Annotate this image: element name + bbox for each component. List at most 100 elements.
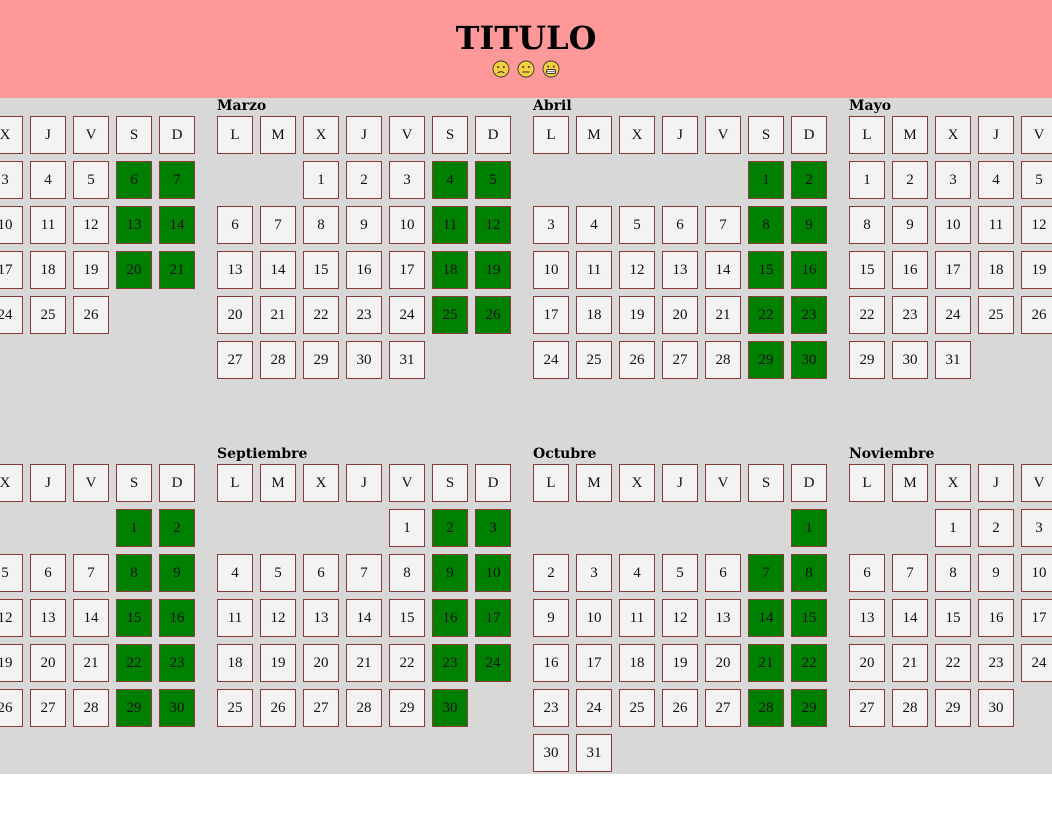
weekend-day-cell[interactable]: 13 (116, 206, 152, 244)
day-cell[interactable]: 13 (30, 599, 66, 637)
day-cell[interactable]: 27 (849, 689, 885, 727)
day-cell[interactable]: 13 (705, 599, 741, 637)
day-cell[interactable]: 6 (849, 554, 885, 592)
day-cell[interactable]: 2 (892, 161, 928, 199)
day-cell[interactable]: 21 (705, 296, 741, 334)
weekend-day-cell[interactable]: 23 (432, 644, 468, 682)
day-cell[interactable]: 28 (346, 689, 382, 727)
weekend-day-cell[interactable]: 11 (432, 206, 468, 244)
weekend-day-cell[interactable]: 7 (159, 161, 195, 199)
weekend-day-cell[interactable]: 12 (475, 206, 511, 244)
weekend-day-cell[interactable]: 24 (475, 644, 511, 682)
weekend-day-cell[interactable]: 2 (791, 161, 827, 199)
day-cell[interactable]: 10 (576, 599, 612, 637)
weekend-day-cell[interactable]: 29 (791, 689, 827, 727)
weekend-day-cell[interactable]: 22 (748, 296, 784, 334)
weekend-day-cell[interactable]: 29 (116, 689, 152, 727)
weekend-day-cell[interactable]: 15 (791, 599, 827, 637)
day-cell[interactable]: 8 (389, 554, 425, 592)
day-cell[interactable]: 12 (260, 599, 296, 637)
day-cell[interactable]: 29 (303, 341, 339, 379)
day-cell[interactable]: 16 (346, 251, 382, 289)
day-cell[interactable]: 16 (892, 251, 928, 289)
day-cell[interactable]: 25 (30, 296, 66, 334)
weekend-day-cell[interactable]: 1 (116, 509, 152, 547)
day-cell[interactable]: 30 (892, 341, 928, 379)
day-cell[interactable]: 29 (935, 689, 971, 727)
day-cell[interactable]: 31 (576, 734, 612, 772)
day-cell[interactable]: 9 (978, 554, 1014, 592)
day-cell[interactable]: 10 (533, 251, 569, 289)
day-cell[interactable]: 19 (260, 644, 296, 682)
day-cell[interactable]: 11 (978, 206, 1014, 244)
day-cell[interactable]: 17 (1021, 599, 1052, 637)
day-cell[interactable]: 7 (73, 554, 109, 592)
day-cell[interactable]: 21 (260, 296, 296, 334)
weekend-day-cell[interactable]: 30 (791, 341, 827, 379)
day-cell[interactable]: 26 (260, 689, 296, 727)
day-cell[interactable]: 14 (892, 599, 928, 637)
day-cell[interactable]: 7 (892, 554, 928, 592)
weekend-day-cell[interactable]: 2 (159, 509, 195, 547)
weekend-day-cell[interactable]: 4 (432, 161, 468, 199)
day-cell[interactable]: 12 (619, 251, 655, 289)
day-cell[interactable]: 9 (346, 206, 382, 244)
day-cell[interactable]: 6 (30, 554, 66, 592)
weekend-day-cell[interactable]: 21 (748, 644, 784, 682)
day-cell[interactable]: 28 (705, 341, 741, 379)
weekend-day-cell[interactable]: 6 (116, 161, 152, 199)
day-cell[interactable]: 13 (303, 599, 339, 637)
weekend-day-cell[interactable]: 22 (116, 644, 152, 682)
day-cell[interactable]: 14 (260, 251, 296, 289)
day-cell[interactable]: 24 (0, 296, 23, 334)
day-cell[interactable]: 24 (533, 341, 569, 379)
day-cell[interactable]: 3 (1021, 509, 1052, 547)
weekend-day-cell[interactable]: 15 (748, 251, 784, 289)
weekend-day-cell[interactable]: 16 (791, 251, 827, 289)
day-cell[interactable]: 27 (662, 341, 698, 379)
day-cell[interactable]: 8 (849, 206, 885, 244)
day-cell[interactable]: 31 (935, 341, 971, 379)
day-cell[interactable]: 24 (389, 296, 425, 334)
day-cell[interactable]: 10 (0, 206, 23, 244)
day-cell[interactable]: 20 (662, 296, 698, 334)
day-cell[interactable]: 27 (303, 689, 339, 727)
day-cell[interactable]: 5 (662, 554, 698, 592)
day-cell[interactable]: 2 (533, 554, 569, 592)
day-cell[interactable]: 19 (619, 296, 655, 334)
day-cell[interactable]: 20 (30, 644, 66, 682)
day-cell[interactable]: 19 (73, 251, 109, 289)
weekend-day-cell[interactable]: 18 (432, 251, 468, 289)
day-cell[interactable]: 24 (935, 296, 971, 334)
day-cell[interactable]: 21 (73, 644, 109, 682)
day-cell[interactable]: 21 (892, 644, 928, 682)
weekend-day-cell[interactable]: 23 (159, 644, 195, 682)
day-cell[interactable]: 9 (892, 206, 928, 244)
day-cell[interactable]: 18 (30, 251, 66, 289)
day-cell[interactable]: 19 (0, 644, 23, 682)
day-cell[interactable]: 27 (30, 689, 66, 727)
day-cell[interactable]: 22 (389, 644, 425, 682)
day-cell[interactable]: 14 (346, 599, 382, 637)
day-cell[interactable]: 12 (1021, 206, 1052, 244)
day-cell[interactable]: 11 (576, 251, 612, 289)
day-cell[interactable]: 16 (978, 599, 1014, 637)
day-cell[interactable]: 30 (346, 341, 382, 379)
day-cell[interactable]: 10 (935, 206, 971, 244)
weekend-day-cell[interactable]: 14 (159, 206, 195, 244)
day-cell[interactable]: 18 (978, 251, 1014, 289)
weekend-day-cell[interactable]: 8 (791, 554, 827, 592)
day-cell[interactable]: 3 (576, 554, 612, 592)
day-cell[interactable]: 29 (389, 689, 425, 727)
weekend-day-cell[interactable]: 23 (791, 296, 827, 334)
day-cell[interactable]: 5 (0, 554, 23, 592)
day-cell[interactable]: 5 (260, 554, 296, 592)
weekend-day-cell[interactable]: 30 (432, 689, 468, 727)
weekend-day-cell[interactable]: 8 (748, 206, 784, 244)
day-cell[interactable]: 13 (662, 251, 698, 289)
day-cell[interactable]: 1 (389, 509, 425, 547)
day-cell[interactable]: 11 (30, 206, 66, 244)
day-cell[interactable]: 5 (619, 206, 655, 244)
day-cell[interactable]: 15 (849, 251, 885, 289)
day-cell[interactable]: 12 (662, 599, 698, 637)
